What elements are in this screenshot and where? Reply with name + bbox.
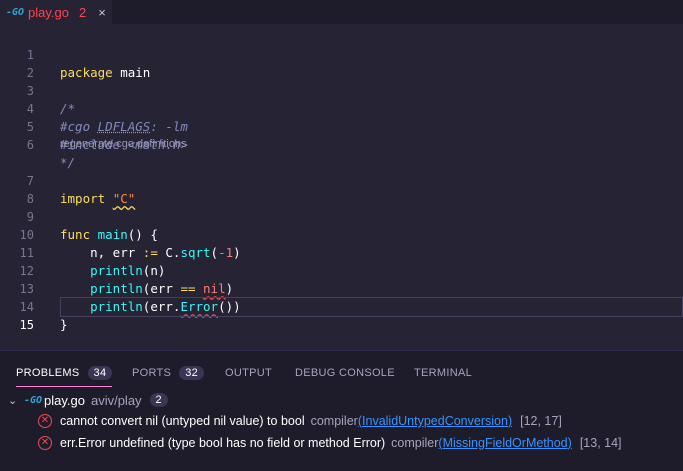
- tab-debug-console[interactable]: DEBUG CONSOLE: [295, 359, 395, 387]
- problem-item[interactable]: ✕ err.Error undefined (type bool has no …: [38, 433, 622, 453]
- code-line: 1 package main: [0, 28, 683, 80]
- close-icon[interactable]: ×: [98, 5, 106, 20]
- problem-position: [12, 17]: [520, 414, 562, 428]
- error-icon: ✕: [38, 436, 52, 450]
- line-number: 6: [26, 138, 34, 152]
- group-filename: play.go: [44, 392, 85, 408]
- code-line: 2: [0, 46, 683, 80]
- tab-play-go[interactable]: -GO play.go 2 ×: [0, 0, 112, 24]
- problem-code-link[interactable]: (MissingFieldOrMethod): [438, 436, 571, 450]
- problem-code-link[interactable]: (InvalidUntypedConversion): [358, 414, 512, 428]
- code-line: 7 import "C": [0, 154, 683, 206]
- code-line: 13 println(err.Error()): [0, 262, 683, 314]
- go-file-icon: -GO: [6, 6, 25, 18]
- ports-count-badge: 32: [179, 366, 205, 380]
- problem-source: compiler: [310, 414, 358, 428]
- problem-message: cannot convert nil (untyped nil value) t…: [60, 414, 305, 428]
- codelens-regenerate-cgo[interactable]: regenerate cgo definitions: [60, 136, 187, 152]
- tab-filename: play.go: [28, 4, 69, 20]
- group-path: aviv/play: [90, 392, 142, 408]
- error-icon: ✕: [38, 414, 52, 428]
- code-line: 9 func main() {: [0, 190, 683, 242]
- bottom-panel: PROBLEMS 34 PORTS 32 OUTPUT DEBUG CONSOL…: [0, 350, 683, 471]
- code-line: 14 }: [0, 280, 683, 332]
- panel-tabs: PROBLEMS 34 PORTS 32 OUTPUT DEBUG CONSOL…: [0, 359, 683, 387]
- tab-problems[interactable]: PROBLEMS 34: [16, 359, 113, 387]
- tab-ports[interactable]: PORTS 32: [132, 359, 205, 387]
- code-line: 5 #include <math.h>: [0, 100, 683, 152]
- code-line: 10 n, err := C.sqrt(-1): [0, 208, 683, 260]
- problem-group-play-go[interactable]: ⌄ -GO play.go aviv/play 2: [8, 391, 168, 409]
- problem-item[interactable]: ✕ cannot convert nil (untyped nil value)…: [38, 411, 562, 431]
- editor-tab-bar: -GO play.go 2 ×: [0, 0, 683, 24]
- code-line: 8: [0, 172, 683, 206]
- go-file-icon: -GO: [24, 394, 43, 406]
- problem-message: err.Error undefined (type bool has no fi…: [60, 436, 386, 450]
- problems-count-badge: 34: [87, 365, 113, 380]
- code-line: 12 println(err == nil): [0, 244, 683, 296]
- code-line: 3 /*: [0, 64, 683, 116]
- code-line: 4 #cgo LDFLAGS: -lm: [0, 82, 683, 134]
- code-line: 11 println(n): [0, 226, 683, 278]
- line-number: 15: [19, 318, 34, 332]
- tab-output[interactable]: OUTPUT: [225, 359, 272, 387]
- code-editor[interactable]: 1 package main 2 3 /* 4 #cgo LDFLAGS: -l…: [0, 24, 683, 350]
- group-count-badge: 2: [149, 393, 168, 407]
- problem-position: [13, 14]: [579, 436, 622, 450]
- code-line: 6 */: [0, 118, 683, 170]
- chevron-down-icon[interactable]: ⌄: [8, 394, 22, 407]
- tab-terminal[interactable]: TERMINAL: [414, 359, 472, 387]
- tab-problem-count: 2: [78, 4, 87, 20]
- code-line: 15: [0, 298, 683, 332]
- problem-source: compiler: [391, 436, 439, 450]
